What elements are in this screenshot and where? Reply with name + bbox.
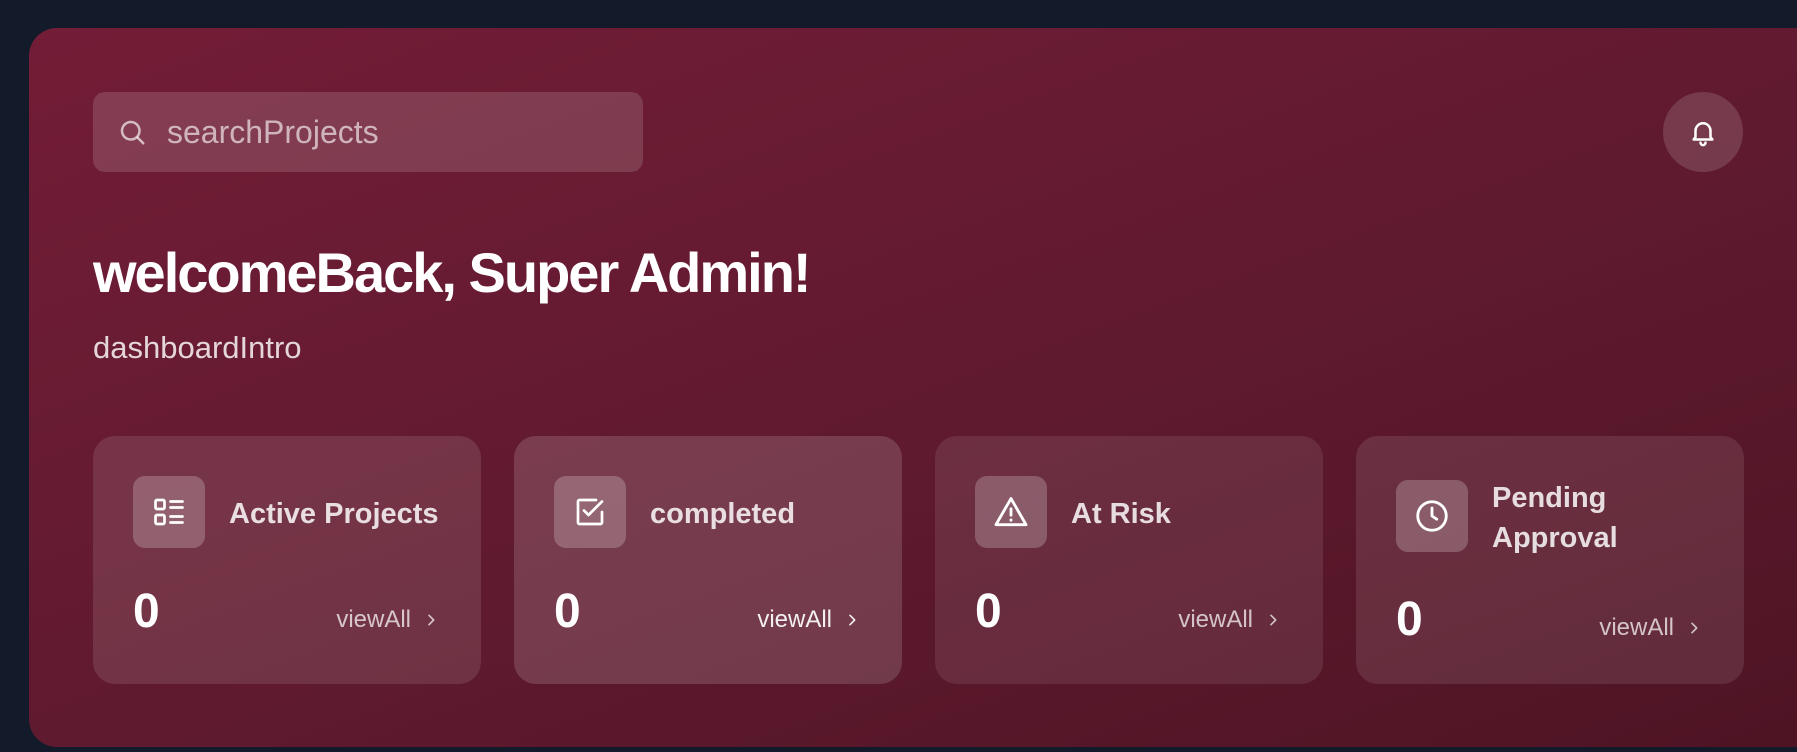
chevron-right-icon [1691, 622, 1698, 634]
stat-label: At Risk [1071, 498, 1171, 530]
view-all-label: viewAll [1178, 606, 1253, 633]
view-all-label: viewAll [1599, 614, 1674, 641]
stat-label: Pending Approval [1492, 482, 1618, 554]
notifications-button[interactable] [1663, 92, 1743, 172]
stat-count: 0 [133, 585, 160, 638]
page-title: welcomeBack, Super Admin! [93, 241, 812, 304]
welcome-banner: welcomeBack, Super Admin! dashboardIntro… [29, 28, 1797, 747]
search-icon [120, 120, 145, 145]
warning-icon [975, 476, 1047, 548]
view-all-link[interactable]: viewAll [1178, 606, 1281, 634]
dashboard-intro: dashboardIntro [93, 330, 302, 365]
chevron-right-icon [1270, 614, 1277, 626]
bell-icon [1692, 122, 1714, 147]
stat-card-active-projects: Active Projects 0 viewAll [93, 436, 481, 684]
list-icon [133, 476, 205, 548]
view-all-link[interactable]: viewAll [757, 606, 860, 634]
stat-card-pending-approval: Pending Approval 0 viewAll [1356, 436, 1744, 684]
view-all-link[interactable]: viewAll [336, 606, 439, 634]
stat-count: 0 [1396, 593, 1423, 646]
view-all-link[interactable]: viewAll [1599, 614, 1702, 642]
view-all-label: viewAll [336, 606, 411, 633]
chevron-right-icon [428, 614, 435, 626]
stat-count: 0 [975, 585, 1002, 638]
check-square-icon [554, 476, 626, 548]
stat-label: Active Projects [229, 498, 439, 530]
search-input[interactable] [165, 112, 589, 152]
chevron-right-icon [849, 614, 856, 626]
stat-label: completed [650, 498, 796, 530]
stat-card-at-risk: At Risk 0 viewAll [935, 436, 1323, 684]
stat-card-completed: completed 0 viewAll [514, 436, 902, 684]
clock-icon [1396, 480, 1468, 552]
search-bar[interactable] [93, 92, 643, 172]
stat-count: 0 [554, 585, 581, 638]
view-all-label: viewAll [757, 606, 832, 633]
